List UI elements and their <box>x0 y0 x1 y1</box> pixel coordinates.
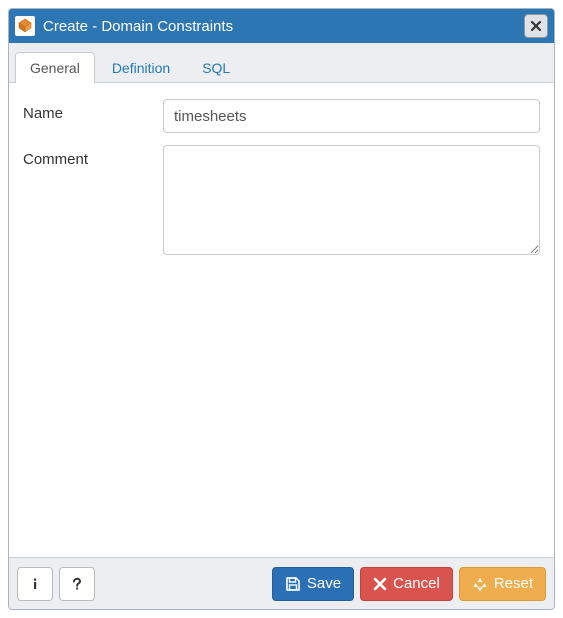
question-icon <box>70 577 84 591</box>
save-label: Save <box>307 575 341 592</box>
info-icon <box>28 577 42 591</box>
reset-label: Reset <box>494 575 533 592</box>
tab-general[interactable]: General <box>15 52 95 83</box>
tab-label: SQL <box>202 60 230 76</box>
reset-button[interactable]: Reset <box>459 567 546 601</box>
cancel-button[interactable]: Cancel <box>360 567 453 601</box>
dialog: Create - Domain Constraints General Defi… <box>0 0 563 618</box>
titlebar: Create - Domain Constraints <box>9 9 554 43</box>
dialog-title: Create - Domain Constraints <box>43 18 516 35</box>
close-button[interactable] <box>524 14 548 38</box>
recycle-icon <box>472 576 488 592</box>
tab-definition[interactable]: Definition <box>97 52 185 83</box>
form-row-name: Name <box>23 99 540 133</box>
dialog-inner: Create - Domain Constraints General Defi… <box>8 8 555 610</box>
form-row-comment: Comment <box>23 145 540 258</box>
footer: Save Cancel Reset <box>9 557 554 609</box>
tab-sql[interactable]: SQL <box>187 52 245 83</box>
name-input[interactable] <box>163 99 540 133</box>
save-icon <box>285 576 301 592</box>
cancel-icon <box>373 577 387 591</box>
tab-content-general: Name Comment <box>9 83 554 557</box>
help-button[interactable] <box>59 567 95 601</box>
comment-textarea[interactable] <box>163 145 540 255</box>
close-icon <box>530 20 542 32</box>
tab-label: General <box>30 60 80 76</box>
tab-label: Definition <box>112 60 170 76</box>
comment-field-wrap <box>163 145 540 258</box>
cancel-label: Cancel <box>393 575 440 592</box>
name-label: Name <box>23 99 163 122</box>
domain-constraint-icon <box>15 16 35 36</box>
tabs-bar: General Definition SQL <box>9 43 554 83</box>
name-field-wrap <box>163 99 540 133</box>
save-button[interactable]: Save <box>272 567 354 601</box>
comment-label: Comment <box>23 145 163 168</box>
info-button[interactable] <box>17 567 53 601</box>
